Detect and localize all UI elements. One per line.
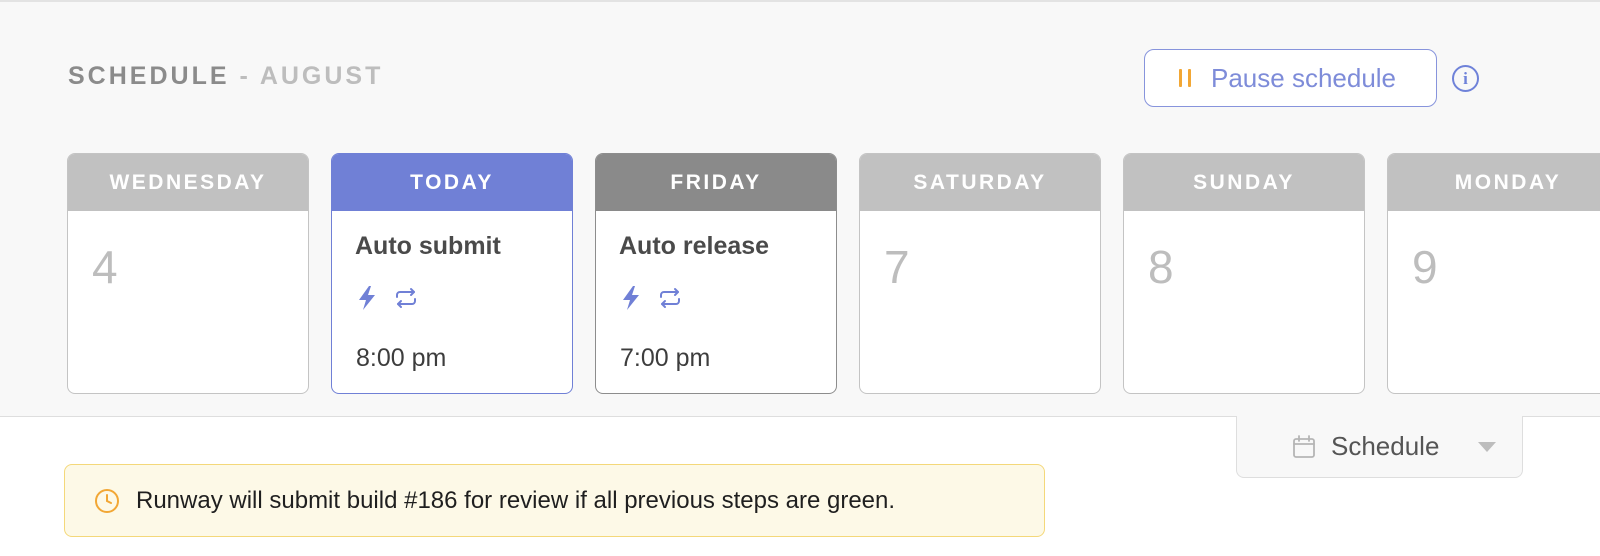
day-card-sunday[interactable]: SUNDAY 8 — [1123, 153, 1365, 394]
day-header: FRIDAY — [596, 154, 836, 211]
schedule-page: SCHEDULE - AUGUST Pause schedule i WEDNE… — [0, 0, 1600, 556]
day-card-today[interactable]: TODAY Auto submit 8:00 pm — [331, 153, 573, 394]
day-number: 9 — [1412, 241, 1438, 293]
event-title: Auto release — [619, 232, 770, 260]
repeat-icon — [660, 288, 680, 308]
lightning-icon — [623, 286, 639, 310]
event-title: Auto submit — [355, 232, 501, 260]
day-card-monday[interactable]: MONDAY 9 — [1387, 153, 1600, 394]
day-number: 7 — [884, 241, 910, 293]
day-card-friday[interactable]: FRIDAY Auto release 7:00 pm — [595, 153, 837, 394]
day-card-saturday[interactable]: SATURDAY 7 — [859, 153, 1101, 394]
event-icons — [356, 285, 418, 311]
event-time: 7:00 pm — [620, 344, 711, 372]
schedule-title-separator: - — [239, 62, 251, 90]
chevron-down-icon — [1478, 442, 1496, 452]
status-banner-text: Runway will submit build #186 for review… — [136, 486, 896, 514]
info-icon[interactable]: i — [1452, 65, 1479, 92]
event-time: 8:00 pm — [356, 344, 447, 372]
schedule-title: SCHEDULE - AUGUST — [68, 62, 383, 91]
status-banner: Runway will submit build #186 for review… — [64, 464, 1045, 537]
pause-icon — [1179, 69, 1191, 87]
day-number: 4 — [92, 241, 118, 293]
calendar-icon — [1293, 434, 1315, 458]
day-header: MONDAY — [1388, 154, 1600, 211]
day-number: 8 — [1148, 241, 1174, 293]
schedule-panel: SCHEDULE - AUGUST Pause schedule i WEDNE… — [0, 2, 1600, 417]
day-card-wednesday[interactable]: WEDNESDAY 4 — [67, 153, 309, 394]
clock-icon — [95, 488, 119, 513]
lightning-icon — [359, 286, 375, 310]
day-cards-row: WEDNESDAY 4 TODAY Auto submit 8:00 pm FR… — [67, 153, 1600, 395]
schedule-view-dropdown[interactable]: Schedule — [1236, 416, 1523, 478]
day-header: SUNDAY — [1124, 154, 1364, 211]
repeat-icon — [396, 288, 416, 308]
pause-schedule-button[interactable]: Pause schedule — [1144, 49, 1437, 107]
day-header: SATURDAY — [860, 154, 1100, 211]
schedule-view-label: Schedule — [1331, 431, 1440, 461]
schedule-title-month: AUGUST — [259, 62, 384, 90]
schedule-title-label: SCHEDULE — [68, 62, 230, 90]
event-icons — [620, 285, 682, 311]
day-header: TODAY — [332, 154, 572, 211]
pause-schedule-label: Pause schedule — [1211, 62, 1397, 93]
day-header: WEDNESDAY — [68, 154, 308, 211]
